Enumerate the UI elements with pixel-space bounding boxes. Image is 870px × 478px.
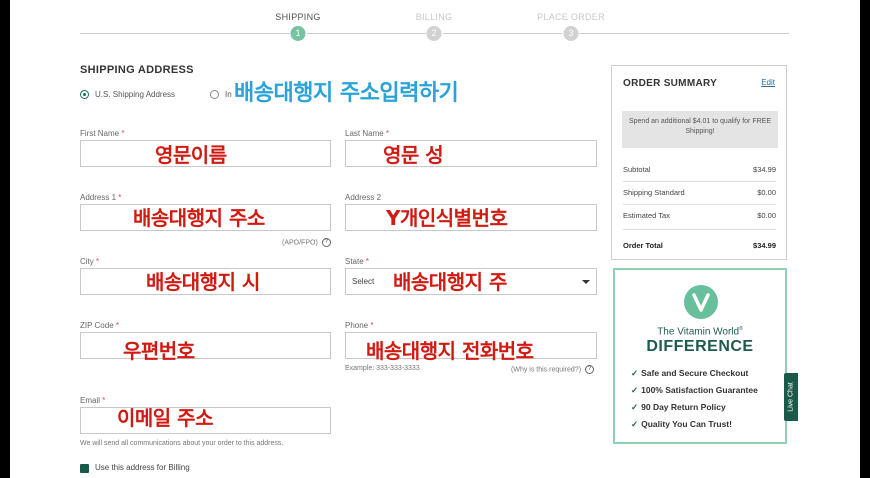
overlay-zip: 우편번호 xyxy=(123,339,195,363)
chevron-down-icon xyxy=(582,280,590,284)
divider xyxy=(623,204,776,205)
summary-row-total: Order Total $34.99 xyxy=(623,241,776,250)
vw-item: ✓ 90 Day Return Policy xyxy=(631,402,726,412)
vw-title-line2: DIFFERENCE xyxy=(646,338,754,355)
divider xyxy=(623,229,776,230)
zip-label: ZIP Code * xyxy=(80,321,120,330)
first-name-label: First Name * xyxy=(80,129,125,138)
radio-selected-icon xyxy=(80,90,89,99)
state-select-value: Select xyxy=(352,277,375,286)
zip-input[interactable] xyxy=(80,332,331,359)
summary-row-subtotal: Subtotal $34.99 xyxy=(623,165,776,174)
vw-item: ✓ Safe and Secure Checkout xyxy=(631,368,749,378)
check-icon: ✓ xyxy=(631,402,639,412)
email-label: Email * xyxy=(80,396,106,405)
email-hint: We will send all communications about yo… xyxy=(80,440,284,447)
overlay-address1: 배송대행지 주소 xyxy=(133,206,265,230)
last-name-label: Last Name * xyxy=(345,129,390,138)
radio-intl-label: In xyxy=(225,90,232,99)
free-shipping-promo: Spend an additional $4.01 to qualify for… xyxy=(622,111,778,148)
state-label: State * xyxy=(345,257,370,266)
progress-line xyxy=(307,33,426,34)
order-summary-title: ORDER SUMMARY xyxy=(623,78,718,89)
apo-hint: (APO/FPO) ? xyxy=(282,238,331,247)
vw-item: ✓ Quality You Can Trust! xyxy=(631,419,732,429)
address2-label: Address 2 xyxy=(345,193,382,202)
overlay-last-name: 영문 성 xyxy=(383,143,444,167)
checkout-page: SHIPPING 1 BILLING 2 PLACE ORDER 3 SHIPP… xyxy=(10,0,860,478)
step-billing-label: BILLING xyxy=(415,12,453,22)
radio-us-shipping[interactable]: U.S. Shipping Address xyxy=(80,90,175,99)
overlay-state: 배송대행지 주 xyxy=(393,270,507,294)
step-shipping-label: SHIPPING xyxy=(275,12,321,22)
shipping-address-title: SHIPPING ADDRESS xyxy=(80,64,194,76)
phone-why-link[interactable]: (Why is this required?) ? xyxy=(511,365,594,374)
overlay-city: 배송대행지 시 xyxy=(146,270,260,294)
billing-checkbox[interactable] xyxy=(80,464,89,473)
vw-item: ✓ 100% Satisfaction Guarantee xyxy=(631,385,758,395)
address1-label: Address 1 * xyxy=(80,193,122,202)
step-place-order-label: PLACE ORDER xyxy=(537,12,605,22)
live-chat-tab[interactable]: Live Chat xyxy=(784,373,798,421)
divider xyxy=(623,181,776,182)
help-icon: ? xyxy=(584,365,594,374)
overlay-email: 이메일 주소 xyxy=(117,406,213,430)
progress-line xyxy=(80,33,290,34)
step-shipping-dot: 1 xyxy=(290,26,306,41)
check-icon: ✓ xyxy=(631,368,639,378)
overlay-phone: 배송대행지 전화번호 xyxy=(366,339,534,363)
radio-us-label: U.S. Shipping Address xyxy=(95,90,176,99)
radio-intl-shipping[interactable]: In xyxy=(210,90,232,99)
phone-example: Example: 333-333-3333 xyxy=(345,365,420,372)
summary-row-shipping: Shipping Standard $0.00 xyxy=(623,188,776,197)
vitamin-world-difference: The Vitamin World® DIFFERENCE ✓ Safe and … xyxy=(613,268,787,444)
phone-label: Phone * xyxy=(345,321,374,330)
step-place-order-dot: 3 xyxy=(563,26,579,41)
overlay-heading: 배송대행지 주소입력하기 xyxy=(234,81,459,106)
vitamin-world-logo-icon xyxy=(684,285,718,319)
billing-checkbox-label: Use this address for Billing xyxy=(95,463,190,472)
edit-link[interactable]: Edit xyxy=(761,78,775,87)
overlay-first-name: 영문이름 xyxy=(155,143,227,167)
check-icon: ✓ xyxy=(631,419,639,429)
overlay-address2: Y개인식별번호 xyxy=(386,206,508,230)
progress-line xyxy=(579,33,789,34)
summary-row-tax: Estimated Tax $0.00 xyxy=(623,211,776,220)
help-icon[interactable]: ? xyxy=(321,238,331,247)
city-label: City * xyxy=(80,257,100,266)
vw-title-line1: The Vitamin World® xyxy=(657,326,743,338)
progress-line xyxy=(443,33,562,34)
order-summary: ORDER SUMMARY Edit Spend an additional $… xyxy=(611,65,787,260)
check-icon: ✓ xyxy=(631,385,639,395)
step-billing-dot: 2 xyxy=(426,26,442,41)
radio-unselected-icon xyxy=(210,90,219,99)
